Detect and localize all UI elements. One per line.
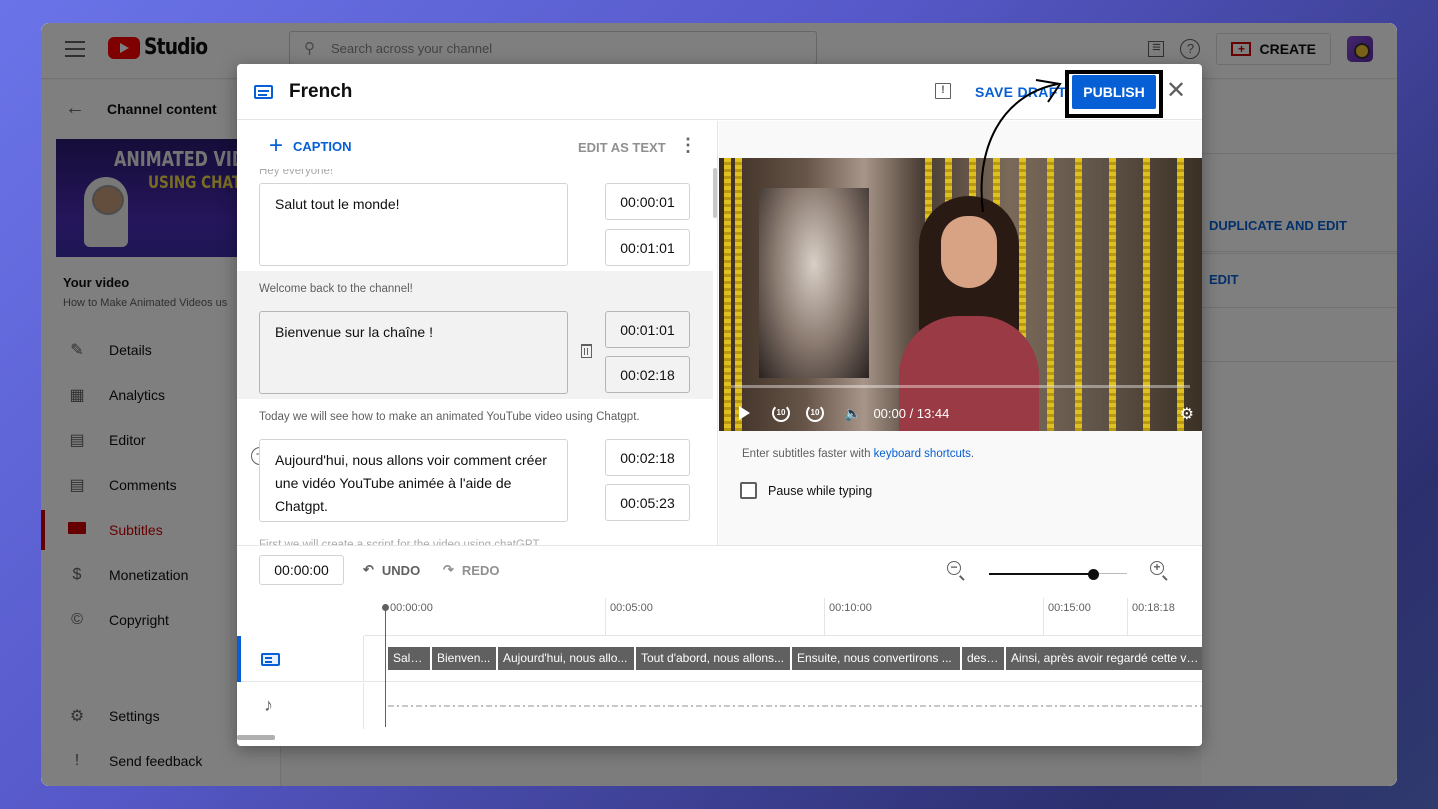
caption-segment[interactable]: Ensuite, nous convertirons ... (792, 647, 962, 670)
play-icon[interactable] (739, 406, 750, 420)
rope (1177, 158, 1184, 431)
pause-while-typing-checkbox[interactable] (740, 482, 757, 499)
playhead[interactable] (382, 604, 389, 727)
pause-while-typing-option[interactable]: Pause while typing (740, 482, 872, 499)
caption-segment[interactable]: Ainsi, après avoir regardé cette vidéo (1006, 647, 1202, 670)
ruler-tick-label: 00:00:00 (390, 602, 433, 614)
undo-icon: ↶ (363, 562, 374, 577)
caption-end-time[interactable]: 00:01:01 (605, 229, 690, 266)
zoom-in-button[interactable]: + (1150, 558, 1164, 575)
report-feedback-icon[interactable]: ! (935, 83, 951, 99)
delete-caption-icon[interactable] (581, 344, 592, 358)
rope (1143, 158, 1150, 431)
caption-text-input[interactable]: Aujourd'hui, nous allons voir comment cr… (259, 439, 568, 522)
undo-label: UNDO (381, 562, 421, 578)
ruler-tick-label: 00:05:00 (610, 602, 653, 614)
volume-icon[interactable]: 🔈 (844, 405, 861, 422)
ruler-tick-label: 00:15:00 (1048, 602, 1091, 614)
video-preview-pane: 10 10 🔈 00:00 / 13:44 ⚙ Enter subtitles … (719, 121, 1202, 545)
pause-while-typing-label: Pause while typing (768, 483, 873, 498)
subtitle-track: Salu... Bienven... Aujourd'hui, nous allo.… (237, 636, 1202, 682)
caption-text-input[interactable]: Salut tout le monde! (259, 183, 568, 266)
original-caption-text: Today we will see how to make an animate… (259, 411, 640, 423)
shortcuts-hint: Enter subtitles faster with keyboard sho… (742, 448, 974, 460)
publish-button[interactable]: PUBLISH (1072, 75, 1156, 109)
background-poster (759, 188, 869, 378)
redo-label: REDO (461, 562, 500, 578)
rewind-10-icon[interactable]: 10 (772, 404, 790, 422)
rope (1109, 158, 1116, 431)
caption-segment[interactable]: Tout d'abord, nous allons... (636, 647, 792, 670)
zoom-in-icon: + (1150, 561, 1164, 575)
caption-end-time[interactable]: 00:02:18 (605, 356, 690, 393)
caption-segment[interactable]: Salu... (388, 647, 432, 670)
add-caption-button[interactable]: + CAPTION (269, 132, 352, 159)
player-time: 00:00 / 13:44 (873, 405, 950, 421)
settings-gear-icon[interactable]: ⚙ (1180, 404, 1194, 424)
audio-waveform (388, 705, 1202, 707)
time-ruler[interactable]: 00:00:00 00:05:00 00:10:00 00:15:00 00:18:18 (364, 598, 1202, 636)
hint-suffix: . (970, 448, 975, 460)
slider-fill (989, 573, 1093, 575)
caption-start-time[interactable]: 00:02:18 (605, 439, 690, 476)
undo-button[interactable]: ↶ UNDO (363, 562, 420, 578)
caption-list: + CAPTION EDIT AS TEXT ⋮ Hey everyone! S… (237, 121, 718, 545)
slider-thumb[interactable] (1088, 569, 1099, 580)
caption-start-time[interactable]: 00:01:01 (605, 311, 690, 348)
zoom-out-button[interactable]: − (947, 558, 961, 575)
more-options-icon[interactable]: ⋮ (679, 135, 697, 156)
rope (1075, 158, 1082, 431)
selected-caption-segment: Welcome back to the channel! Bienvenue s… (237, 271, 713, 399)
caption-start-time[interactable]: 00:00:01 (605, 183, 690, 220)
rope (735, 158, 742, 431)
timeline-zoom-slider[interactable] (989, 569, 1127, 580)
ruler-tick-label: 00:10:00 (829, 602, 872, 614)
caption-segment[interactable]: Bienven... (432, 647, 498, 670)
rope (1047, 158, 1054, 431)
ruler-tick-label: 00:18:18 (1132, 602, 1175, 614)
video-player[interactable]: 10 10 🔈 00:00 / 13:44 ⚙ (719, 158, 1202, 431)
caption-segment[interactable]: Aujourd'hui, nous allo... (498, 647, 636, 670)
caption-segments: Salu... Bienven... Aujourd'hui, nous allo.… (388, 647, 1202, 670)
save-draft-button[interactable]: SAVE DRAFT (975, 84, 1066, 100)
subtitles-icon (254, 85, 273, 99)
forward-10-icon[interactable]: 10 (806, 404, 824, 422)
rope (724, 158, 731, 431)
dialog-header: French ! SAVE DRAFT PUBLISH ✕ (237, 64, 1202, 120)
hint-text: Enter subtitles faster with (742, 448, 874, 460)
player-controls: 10 10 🔈 00:00 / 13:44 ⚙ (719, 395, 1202, 431)
caption-end-time[interactable]: 00:05:23 (605, 484, 690, 521)
plus-icon: + (269, 132, 284, 159)
caption-toolbar: + CAPTION EDIT AS TEXT ⋮ (237, 121, 717, 169)
ruler-tick: 00:10:00 (824, 598, 872, 636)
current-time-input[interactable]: 00:00:00 (259, 555, 344, 585)
track-header: ♪ (237, 683, 364, 729)
ruler-tick: 00:05:00 (605, 598, 653, 636)
audio-track: ♪ (237, 683, 1202, 729)
caption-text-input[interactable]: Bienvenue sur la chaîne ! (259, 311, 568, 394)
subtitle-editor-dialog: French ! SAVE DRAFT PUBLISH ✕ + CAPTION … (237, 64, 1202, 746)
dialog-title: French (289, 81, 353, 102)
subtitles-track-icon (261, 653, 280, 666)
timeline-editor: 00:00:00 ↶ UNDO ↷ REDO − + 00:00:00 00:05:0… (237, 545, 1202, 746)
caption-segment[interactable]: des ... (962, 647, 1006, 670)
ruler-tick: 00:18:18 (1127, 598, 1175, 636)
zoom-out-icon: − (947, 561, 961, 575)
redo-icon: ↷ (443, 562, 454, 577)
original-caption-text: Welcome back to the channel! (259, 283, 413, 295)
keyboard-shortcuts-link[interactable]: keyboard shortcuts (874, 448, 971, 460)
add-caption-label: CAPTION (293, 138, 352, 154)
timeline-scrollbar[interactable] (237, 735, 275, 740)
caption-list-scrollbar[interactable] (713, 168, 717, 218)
close-icon[interactable]: ✕ (1166, 79, 1186, 103)
edit-as-text-button[interactable]: EDIT AS TEXT (578, 140, 666, 155)
video-progress-bar[interactable] (731, 385, 1190, 388)
redo-button[interactable]: ↷ REDO (443, 562, 499, 578)
track-header (237, 636, 364, 682)
ruler-tick: 00:15:00 (1043, 598, 1091, 636)
music-note-icon: ♪ (264, 695, 273, 715)
